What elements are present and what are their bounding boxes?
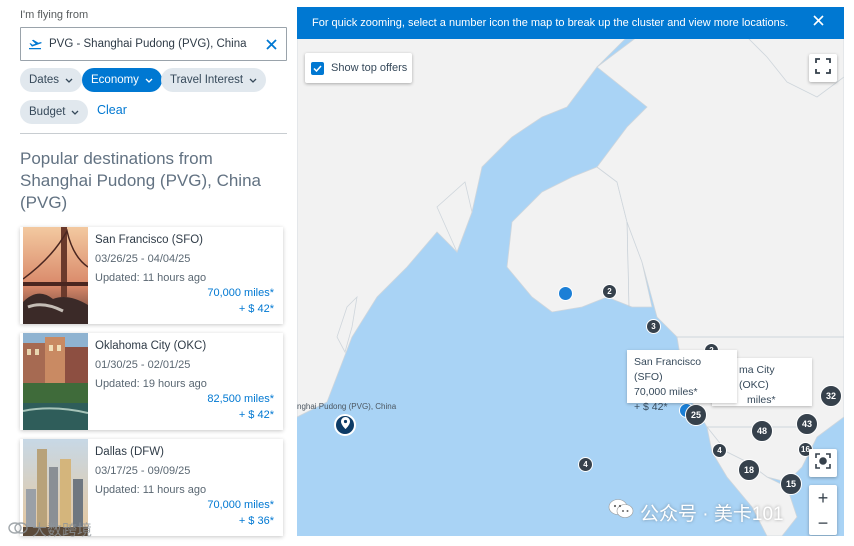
origin-value: PVG - Shanghai Pudong (PVG), China [49, 38, 247, 50]
card-tax: + $ 36* [238, 515, 274, 527]
zoom-tip-banner: For quick zooming, select a number icon … [297, 7, 844, 39]
map-cluster[interactable]: 32 [820, 385, 842, 407]
travel-interest-filter[interactable]: Travel Interest [161, 68, 267, 92]
cabin-filter-label: Economy [91, 74, 139, 86]
show-top-offers-toggle[interactable]: Show top offers [305, 53, 412, 83]
chevron-down-icon [65, 78, 73, 83]
popup-miles: 70,000 miles* [634, 386, 698, 398]
banner-text: For quick zooming, select a number icon … [312, 17, 789, 29]
checkbox-checked-icon[interactable] [311, 61, 324, 75]
map-pin-icon [340, 416, 350, 434]
popup-tax: + $ 42* [634, 401, 668, 413]
map-cluster[interactable]: 18 [738, 459, 760, 481]
card-city: Oklahoma City (OKC) [95, 340, 207, 352]
recenter-icon [815, 452, 831, 474]
map-cluster[interactable]: 4 [712, 443, 727, 458]
results-title: Popular destinations from Shanghai Pudon… [20, 149, 261, 212]
chevron-down-icon [71, 110, 79, 115]
origin-map-label: nghai Pudong (PVG), China [297, 402, 397, 411]
card-updated: Updated: 11 hours ago [95, 484, 207, 496]
card-tax: + $ 42* [238, 409, 274, 421]
map-land [297, 36, 844, 536]
dates-filter[interactable]: Dates [20, 68, 83, 92]
left-panel: I'm flying from PVG - Shanghai Pudong (P… [0, 0, 296, 546]
fullscreen-icon [815, 57, 831, 79]
origin-label: I'm flying from [20, 9, 89, 21]
card-city: San Francisco (SFO) [95, 234, 203, 246]
card-updated: Updated: 11 hours ago [95, 272, 207, 284]
map-cluster[interactable]: 2 [602, 284, 617, 299]
watermark-logo-icon [8, 521, 28, 539]
origin-pin[interactable] [334, 414, 356, 436]
map-cluster[interactable]: 4 [578, 457, 593, 472]
chevron-down-icon [145, 78, 153, 83]
clear-origin-icon[interactable] [256, 38, 286, 50]
budget-filter-label: Budget [29, 106, 66, 118]
card-dates: 03/17/25 - 09/09/25 [95, 465, 191, 477]
watermark-left: 大数跨境 [8, 519, 92, 540]
chevron-down-icon [249, 78, 257, 83]
destination-card-okc[interactable]: Oklahoma City (OKC) 01/30/25 - 02/01/25 … [20, 333, 283, 430]
map[interactable]: For quick zooming, select a number icon … [297, 7, 844, 536]
card-city: Dallas (DFW) [95, 446, 164, 458]
wechat-icon [608, 498, 634, 526]
card-updated: Updated: 19 hours ago [95, 378, 207, 390]
oklahoma-city-photo [23, 333, 88, 430]
origin-input[interactable]: PVG - Shanghai Pudong (PVG), China [20, 27, 287, 61]
zoom-out-button[interactable]: − [818, 514, 829, 532]
sfo-popup[interactable]: San Francisco (SFO) 70,000 miles* + $ 42… [627, 350, 737, 413]
card-dates: 03/26/25 - 04/04/25 [95, 253, 191, 265]
airplane-icon [21, 38, 49, 50]
map-cluster[interactable]: 48 [751, 420, 773, 442]
map-cluster[interactable]: 3 [646, 319, 661, 334]
dates-filter-label: Dates [29, 74, 60, 86]
cabin-filter[interactable]: Economy [82, 68, 162, 92]
card-dates: 01/30/25 - 02/01/25 [95, 359, 191, 371]
fullscreen-button[interactable] [809, 54, 837, 82]
watermark-right: 公众号 · 美卡101 [608, 498, 784, 526]
zoom-in-button[interactable]: + [818, 489, 829, 507]
travel-interest-label: Travel Interest [170, 74, 244, 86]
close-icon[interactable] [813, 15, 824, 29]
golden-gate-photo [23, 227, 88, 324]
map-cluster[interactable]: 15 [780, 473, 802, 495]
zoom-controls[interactable]: + − [809, 485, 837, 535]
destination-dot[interactable] [558, 286, 573, 301]
card-miles: 70,000 miles* [207, 499, 274, 511]
budget-filter[interactable]: Budget [20, 100, 89, 124]
clear-filters-link[interactable]: Clear [97, 103, 127, 117]
destination-card-sfo[interactable]: San Francisco (SFO) 03/26/25 - 04/04/25 … [20, 227, 283, 324]
recenter-button[interactable] [809, 449, 837, 477]
popup-city: San Francisco (SFO) [634, 356, 702, 383]
card-miles: 82,500 miles* [207, 393, 274, 405]
card-tax: + $ 42* [238, 303, 274, 315]
show-top-offers-label: Show top offers [331, 62, 408, 74]
card-miles: 70,000 miles* [207, 287, 274, 299]
watermark-left-text: 大数跨境 [32, 522, 93, 539]
divider [20, 133, 287, 134]
map-cluster[interactable]: 43 [796, 413, 818, 435]
watermark-right-text: 公众号 · 美卡101 [640, 503, 784, 525]
